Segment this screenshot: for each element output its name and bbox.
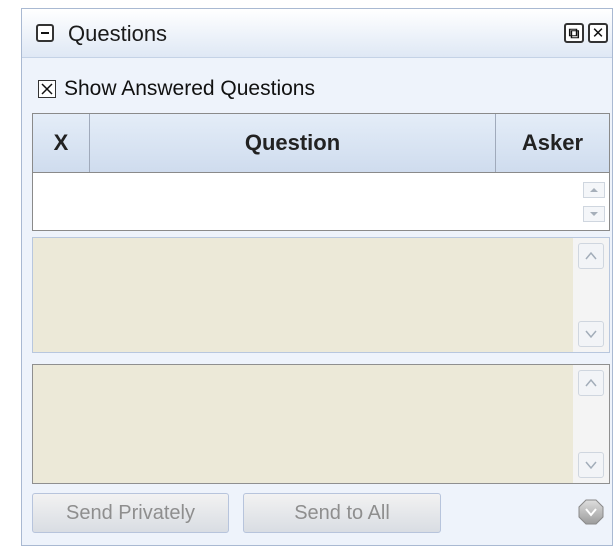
- answer-scroll-down-button[interactable]: [578, 321, 604, 347]
- close-icon[interactable]: ✕: [588, 23, 608, 43]
- table-header: X Question Asker: [33, 114, 609, 173]
- popout-icon[interactable]: ⧉: [564, 23, 584, 43]
- answer-text-area[interactable]: [32, 237, 610, 353]
- show-answered-label: Show Answered Questions: [64, 77, 315, 100]
- table-scroll-down-button[interactable]: [583, 206, 605, 222]
- compose-scrollbar[interactable]: [573, 365, 609, 483]
- panel-title: Questions: [68, 21, 168, 46]
- compose-text-area[interactable]: [32, 364, 610, 484]
- column-header-x[interactable]: X: [33, 114, 90, 172]
- questions-table: X Question Asker: [32, 113, 610, 231]
- checkbox-x-icon: [41, 83, 53, 95]
- send-to-all-button[interactable]: Send to All: [243, 493, 441, 533]
- table-scroll-up-button[interactable]: [583, 182, 605, 198]
- chevron-down-icon: [585, 461, 597, 470]
- chevron-up-icon: [585, 251, 597, 260]
- chevron-down-icon: [585, 330, 597, 339]
- compose-scroll-up-button[interactable]: [578, 370, 604, 396]
- panel-titlebar: Questions ⧉ ✕: [22, 9, 612, 58]
- column-header-question[interactable]: Question: [90, 114, 496, 172]
- show-answered-checkbox[interactable]: [38, 80, 56, 98]
- send-privately-button[interactable]: Send Privately: [32, 493, 229, 533]
- collapse-icon[interactable]: [36, 24, 54, 42]
- chevron-up-icon: [585, 378, 597, 387]
- questions-panel: Questions ⧉ ✕ Show Answered Questions X …: [21, 8, 613, 546]
- compose-scroll-down-button[interactable]: [578, 452, 604, 478]
- answer-scroll-up-button[interactable]: [578, 243, 604, 269]
- column-header-asker[interactable]: Asker: [496, 114, 609, 172]
- send-gem-icon[interactable]: [578, 499, 604, 525]
- answer-scrollbar[interactable]: [573, 238, 609, 352]
